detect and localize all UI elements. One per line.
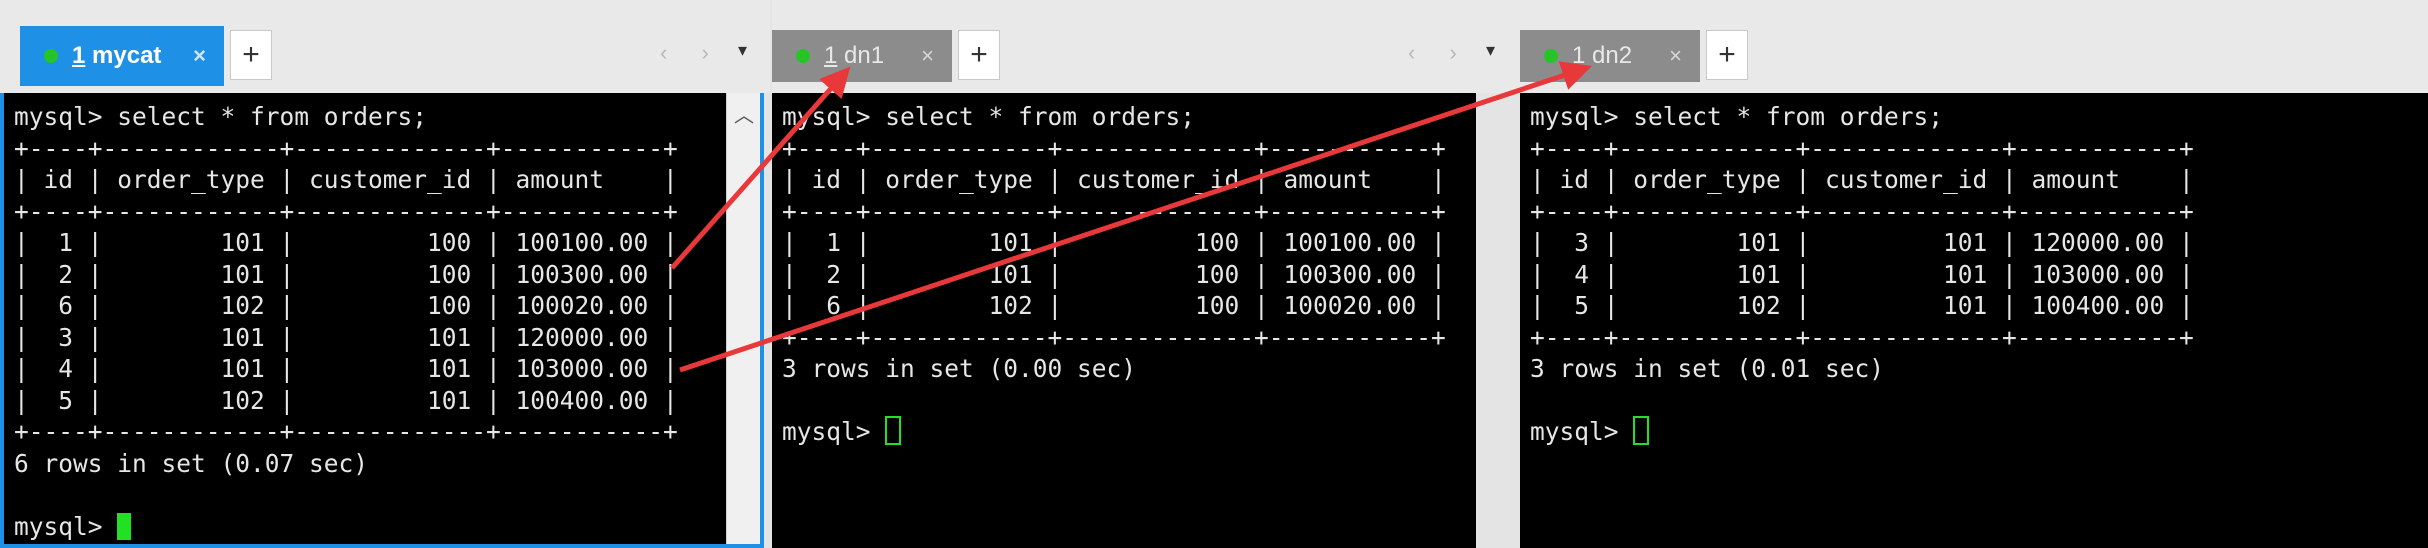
terminal-line: | 2 | 101 | 100 | 100300.00 |	[14, 259, 678, 289]
terminal-line: 3 rows in set (0.00 sec)	[782, 354, 1137, 383]
terminal-line: | 2 | 101 | 100 | 100300.00 |	[782, 259, 1446, 289]
terminal-line: +----+------------+-------------+-------…	[14, 196, 678, 226]
text-cursor	[1633, 416, 1650, 445]
terminal-line: | 6 | 102 | 100 | 100020.00 |	[14, 291, 678, 320]
terminal-output[interactable]: mysql> select * from orders; +----+-----…	[772, 93, 1476, 548]
terminal-line: +----+------------+-------------+-------…	[1530, 133, 2194, 163]
terminal-line: mysql> select * from orders;	[14, 102, 428, 131]
shell-prompt: mysql>	[14, 511, 118, 541]
status-dot-icon	[796, 49, 810, 63]
tab-dn2[interactable]: 1 dn2 ×	[1520, 30, 1700, 82]
terminal-line: mysql> select * from orders;	[1530, 102, 1944, 131]
terminal-line: | 4 | 101 | 101 | 103000.00 |	[1530, 259, 2194, 289]
terminal-line: | 1 | 101 | 100 | 100100.00 |	[14, 228, 678, 257]
terminal-line: 3 rows in set (0.01 sec)	[1530, 354, 1885, 383]
tab-name: mycat	[92, 42, 162, 69]
vertical-scrollbar[interactable]: ︿	[726, 93, 760, 544]
shell-prompt: mysql>	[1530, 417, 1634, 446]
status-dot-icon	[44, 49, 58, 63]
tab-bar: 1 dn2 × +	[1520, 0, 2428, 93]
terminal-line: +----+------------+-------------+-------…	[782, 196, 1446, 226]
new-tab-button[interactable]: +	[230, 30, 272, 80]
tab-scroll-arrows[interactable]: ‹ ›	[1408, 40, 1471, 66]
tab-name: dn2	[1592, 42, 1633, 69]
terminal-line: | id | order_type | customer_id | amount…	[782, 165, 1446, 194]
terminal-line: | 5 | 102 | 101 | 100400.00 |	[14, 385, 678, 415]
terminal-line: +----+------------+-------------+-------…	[14, 133, 678, 163]
terminal-line: | 3 | 101 | 101 | 120000.00 |	[14, 322, 678, 352]
shell-prompt: mysql>	[782, 417, 886, 446]
tab-mycat[interactable]: 1 mycat ×	[20, 26, 224, 86]
tab-dn1[interactable]: 1 dn1 ×	[772, 30, 952, 82]
tab-number: 1	[1572, 42, 1586, 69]
terminal-line: | 3 | 101 | 101 | 120000.00 |	[1530, 228, 2194, 257]
terminal-line: | id | order_type | customer_id | amount…	[1530, 165, 2194, 194]
status-dot-icon	[1544, 49, 1558, 63]
terminal-line: | 5 | 102 | 101 | 100400.00 |	[1530, 291, 2194, 320]
text-cursor	[117, 512, 132, 540]
close-icon[interactable]: ×	[921, 43, 934, 69]
terminal-line: +----+------------+-------------+-------…	[1530, 322, 2194, 352]
terminal-line: +----+------------+-------------+-------…	[14, 417, 678, 446]
scroll-up-icon[interactable]: ︿	[727, 99, 760, 128]
terminal-line: +----+------------+-------------+-------…	[782, 133, 1446, 163]
terminal-pane-dn1: 1 dn1 × + ‹ › ▾ mysql> select * from ord…	[772, 0, 1524, 548]
terminal-line: mysql> select * from orders;	[782, 102, 1196, 131]
tab-scroll-arrows[interactable]: ‹ ›	[660, 40, 723, 66]
close-icon[interactable]: ×	[1669, 43, 1682, 69]
tab-list-dropdown[interactable]: ▾	[738, 40, 747, 61]
output-lines: mysql> select * from orders; +----+-----…	[1530, 102, 2194, 383]
text-cursor	[885, 416, 902, 445]
terminal-text: mysql> select * from orders; +----+-----…	[772, 93, 1476, 448]
tab-bar: 1 dn1 × + ‹ › ▾	[772, 0, 1524, 93]
terminal-text: mysql> select * from orders; +----+-----…	[4, 93, 760, 542]
terminal-pane-dn2: 1 dn2 × + mysql> select * from orders; +…	[1520, 0, 2428, 548]
tab-bar: 1 mycat × + ‹ › ▾	[0, 0, 770, 93]
close-icon[interactable]: ×	[193, 43, 206, 69]
output-lines: mysql> select * from orders; +----+-----…	[14, 102, 678, 478]
terminal-line: | 4 | 101 | 101 | 103000.00 |	[14, 354, 678, 383]
terminal-text: mysql> select * from orders; +----+-----…	[1520, 93, 2428, 448]
tab-list-dropdown[interactable]: ▾	[1486, 40, 1495, 61]
tab-name: dn1	[844, 42, 885, 69]
tab-number: 1	[824, 42, 838, 69]
terminal-line: +----+------------+-------------+-------…	[782, 322, 1446, 352]
terminal-line: | id | order_type | customer_id | amount…	[14, 165, 678, 194]
terminal-output[interactable]: mysql> select * from orders; +----+-----…	[0, 93, 764, 548]
terminal-line: | 6 | 102 | 100 | 100020.00 |	[782, 291, 1446, 320]
terminal-line: 6 rows in set (0.07 sec)	[14, 448, 369, 478]
terminal-pane-mycat: 1 mycat × + ‹ › ▾ mysql> select * from o…	[0, 0, 770, 548]
new-tab-button[interactable]: +	[958, 30, 1000, 80]
tab-number: 1	[72, 42, 86, 69]
output-lines: mysql> select * from orders; +----+-----…	[782, 102, 1446, 383]
terminal-output[interactable]: mysql> select * from orders; +----+-----…	[1520, 93, 2428, 548]
new-tab-button[interactable]: +	[1706, 30, 1748, 80]
terminal-line: +----+------------+-------------+-------…	[1530, 196, 2194, 226]
terminal-line: | 1 | 101 | 100 | 100100.00 |	[782, 228, 1446, 257]
